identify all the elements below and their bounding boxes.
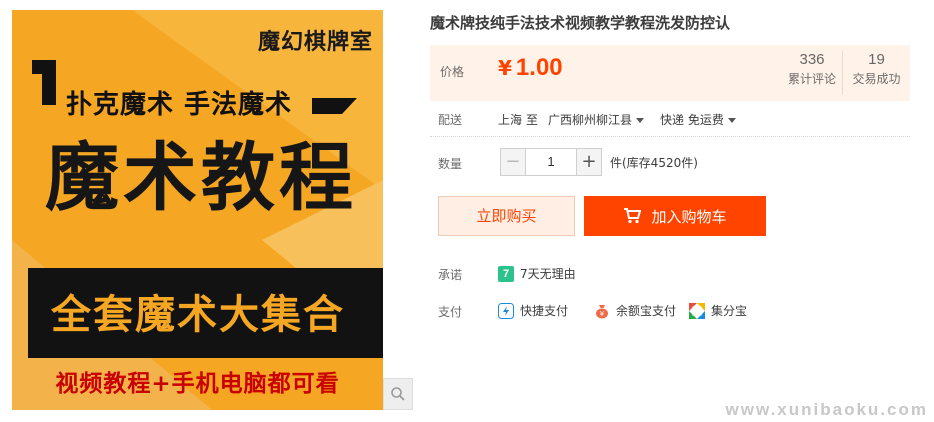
shipping-label: 配送 xyxy=(438,113,463,127)
sold-count: 19 xyxy=(868,51,885,68)
destination-select[interactable]: 广西柳州柳江县 xyxy=(548,111,645,128)
reviews-stat[interactable]: 336 累计评论 xyxy=(778,51,846,87)
magnifier-icon xyxy=(391,387,405,401)
divider xyxy=(430,136,910,137)
image-banner-text: 全套魔术大集合 xyxy=(51,292,345,338)
add-to-cart-button[interactable]: 加入购物车 xyxy=(584,196,766,236)
image-headline-main: 魔术教程 xyxy=(45,135,357,221)
quantity-stepper: − 1 + 件(库存4520件) xyxy=(500,148,698,176)
jifenbao-icon xyxy=(689,302,705,319)
reviews-count: 336 xyxy=(799,51,825,68)
buy-now-button[interactable]: 立即购买 xyxy=(438,196,575,236)
quantity-increase-button[interactable]: + xyxy=(576,148,602,176)
sold-label: 交易成功 xyxy=(852,72,901,86)
payment-method-label: 集分宝 xyxy=(711,304,748,318)
payment-jifenbao[interactable]: 集分宝 xyxy=(689,302,747,319)
promise-text: 7天无理由 xyxy=(520,267,576,281)
price-panel: 价格 ¥1.00 336 累计评论 19 交易成功 xyxy=(430,45,910,101)
image-bottom-text: 视频教程+手机电脑都可看 xyxy=(55,371,340,397)
brand-label: 魔幻棋牌室 xyxy=(257,30,373,55)
quantity-label: 数量 xyxy=(438,157,463,171)
price-label: 价格 xyxy=(440,65,465,79)
payment-method-label: 余额宝支付 xyxy=(616,304,677,318)
zoom-button[interactable] xyxy=(383,378,413,410)
quantity-decrease-button[interactable]: − xyxy=(500,148,526,176)
promise-item[interactable]: 7 7天无理由 xyxy=(498,265,576,282)
destination-text: 广西柳州柳江县 xyxy=(548,113,633,127)
shipping-method-select[interactable]: 快递 免运费 xyxy=(660,111,736,128)
svg-text:¥: ¥ xyxy=(600,310,605,318)
ship-from: 上海 xyxy=(498,113,523,127)
quantity-input[interactable]: 1 xyxy=(526,148,576,176)
payment-method-label: 快捷支付 xyxy=(520,304,569,318)
add-to-cart-label: 加入购物车 xyxy=(651,207,727,226)
cart-icon xyxy=(624,208,642,224)
price-value: ¥1.00 xyxy=(498,54,563,82)
quick-pay-icon xyxy=(498,302,514,319)
payment-label: 支付 xyxy=(438,305,463,319)
product-title: 魔术牌技纯手法技术视频教学教程洗发防控认 xyxy=(430,14,731,32)
reviews-label: 累计评论 xyxy=(787,72,836,86)
seven-day-return-icon: 7 xyxy=(498,265,514,282)
watermark: www.xunibaoku.com xyxy=(725,400,928,419)
promise-label: 承诺 xyxy=(438,268,463,282)
image-headline-top: 扑克魔术 手法魔术 xyxy=(66,90,293,120)
stock-text: 件(库存4520件) xyxy=(610,155,698,170)
payment-quick[interactable]: 快捷支付 xyxy=(498,302,568,319)
ship-to-word: 至 xyxy=(526,113,539,127)
product-image[interactable]: 魔幻棋牌室 扑克魔术 手法魔术 魔术教程 全套魔术大集合 视频教程+手机电脑都可… xyxy=(12,10,383,410)
money-bag-icon: ¥ xyxy=(596,304,608,318)
chevron-down-icon xyxy=(636,118,645,123)
shipping-row: 上海 至 广西柳州柳江县 快递 免运费 xyxy=(498,111,736,128)
sold-stat: 19 交易成功 xyxy=(842,51,910,95)
currency-symbol: ¥ xyxy=(498,56,512,80)
price-amount: 1.00 xyxy=(515,54,563,81)
shipping-method-text: 快递 免运费 xyxy=(660,113,724,127)
chevron-down-icon xyxy=(727,118,736,123)
payment-yuebao[interactable]: ¥ 余额宝支付 xyxy=(594,302,676,319)
